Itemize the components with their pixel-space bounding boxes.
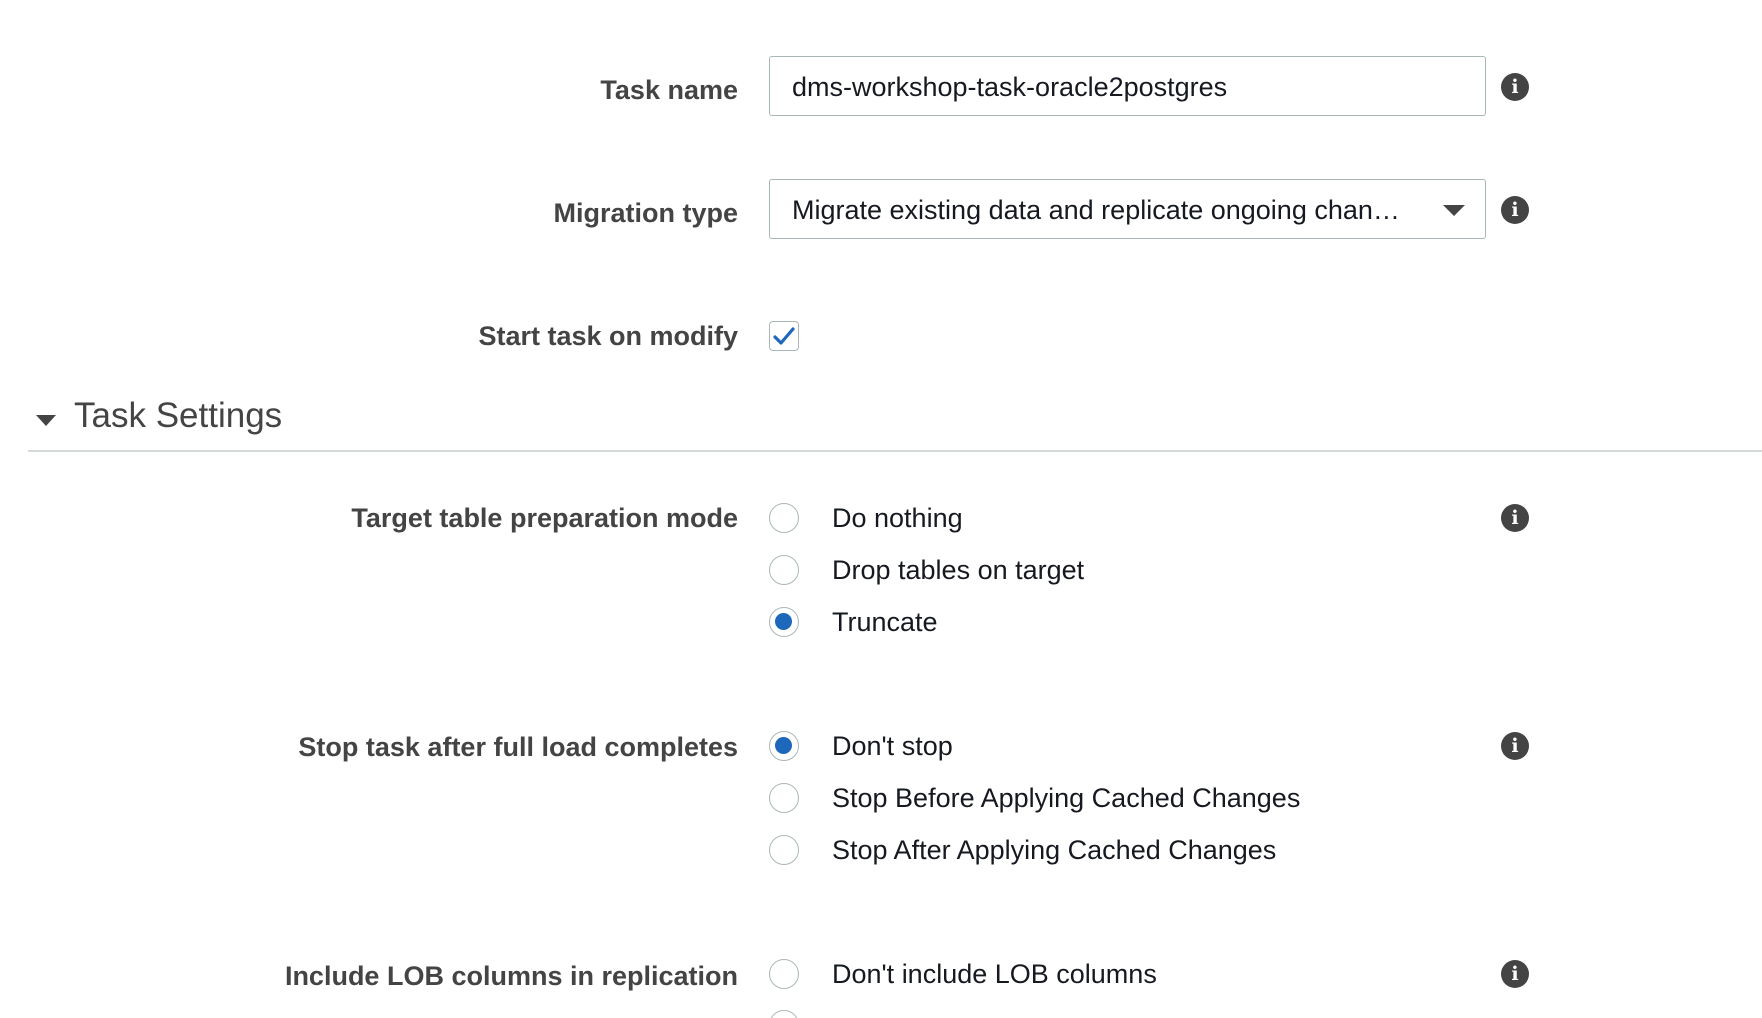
start-task-on-modify-label: Start task on modify — [478, 321, 738, 351]
include-lob-info-icon[interactable]: i — [1501, 960, 1529, 988]
section-divider — [28, 450, 1762, 452]
target-table-prep-info-icon[interactable]: i — [1501, 504, 1529, 532]
checkmark-icon — [773, 327, 795, 345]
radio-stop-before-cached[interactable] — [769, 783, 799, 813]
target-table-prep-label: Target table preparation mode — [351, 503, 738, 533]
stop-task-info-icon[interactable]: i — [1501, 732, 1529, 760]
chevron-down-icon — [1443, 205, 1465, 216]
stop-task-label: Stop task after full load completes — [298, 732, 738, 762]
radio-do-nothing-label[interactable]: Do nothing — [832, 502, 963, 534]
radio-stop-after-cached[interactable] — [769, 835, 799, 865]
task-settings-title[interactable]: Task Settings — [74, 395, 282, 437]
radio-drop-tables[interactable] — [769, 555, 799, 585]
migration-type-info-icon[interactable]: i — [1501, 196, 1529, 224]
radio-do-nothing[interactable] — [769, 503, 799, 533]
radio-drop-tables-label[interactable]: Drop tables on target — [832, 554, 1084, 586]
migration-type-label: Migration type — [553, 198, 738, 228]
radio-dont-include-lob[interactable] — [769, 959, 799, 989]
include-lob-label: Include LOB columns in replication — [284, 961, 738, 991]
radio-stop-before-cached-label[interactable]: Stop Before Applying Cached Changes — [832, 782, 1300, 814]
radio-dont-include-lob-label[interactable]: Don't include LOB columns — [832, 958, 1157, 990]
radio-dont-stop[interactable] — [769, 731, 799, 761]
task-name-label: Task name — [600, 75, 738, 105]
task-name-input[interactable]: dms-workshop-task-oracle2postgres — [769, 56, 1486, 116]
task-name-info-icon[interactable]: i — [1501, 73, 1529, 101]
task-modify-form: Task name dms-workshop-task-oracle2postg… — [0, 0, 1762, 1018]
migration-type-select[interactable]: Migrate existing data and replicate ongo… — [769, 179, 1486, 239]
task-name-value: dms-workshop-task-oracle2postgres — [792, 72, 1228, 102]
caret-down-icon[interactable] — [36, 415, 56, 426]
radio-full-lob-partial[interactable] — [769, 1010, 799, 1018]
radio-stop-after-cached-label[interactable]: Stop After Applying Cached Changes — [832, 834, 1276, 866]
migration-type-value: Migrate existing data and replicate ongo… — [792, 195, 1405, 225]
radio-dont-stop-label[interactable]: Don't stop — [832, 730, 953, 762]
start-task-on-modify-checkbox[interactable] — [769, 321, 799, 351]
radio-truncate-label[interactable]: Truncate — [832, 606, 938, 638]
radio-truncate[interactable] — [769, 607, 799, 637]
